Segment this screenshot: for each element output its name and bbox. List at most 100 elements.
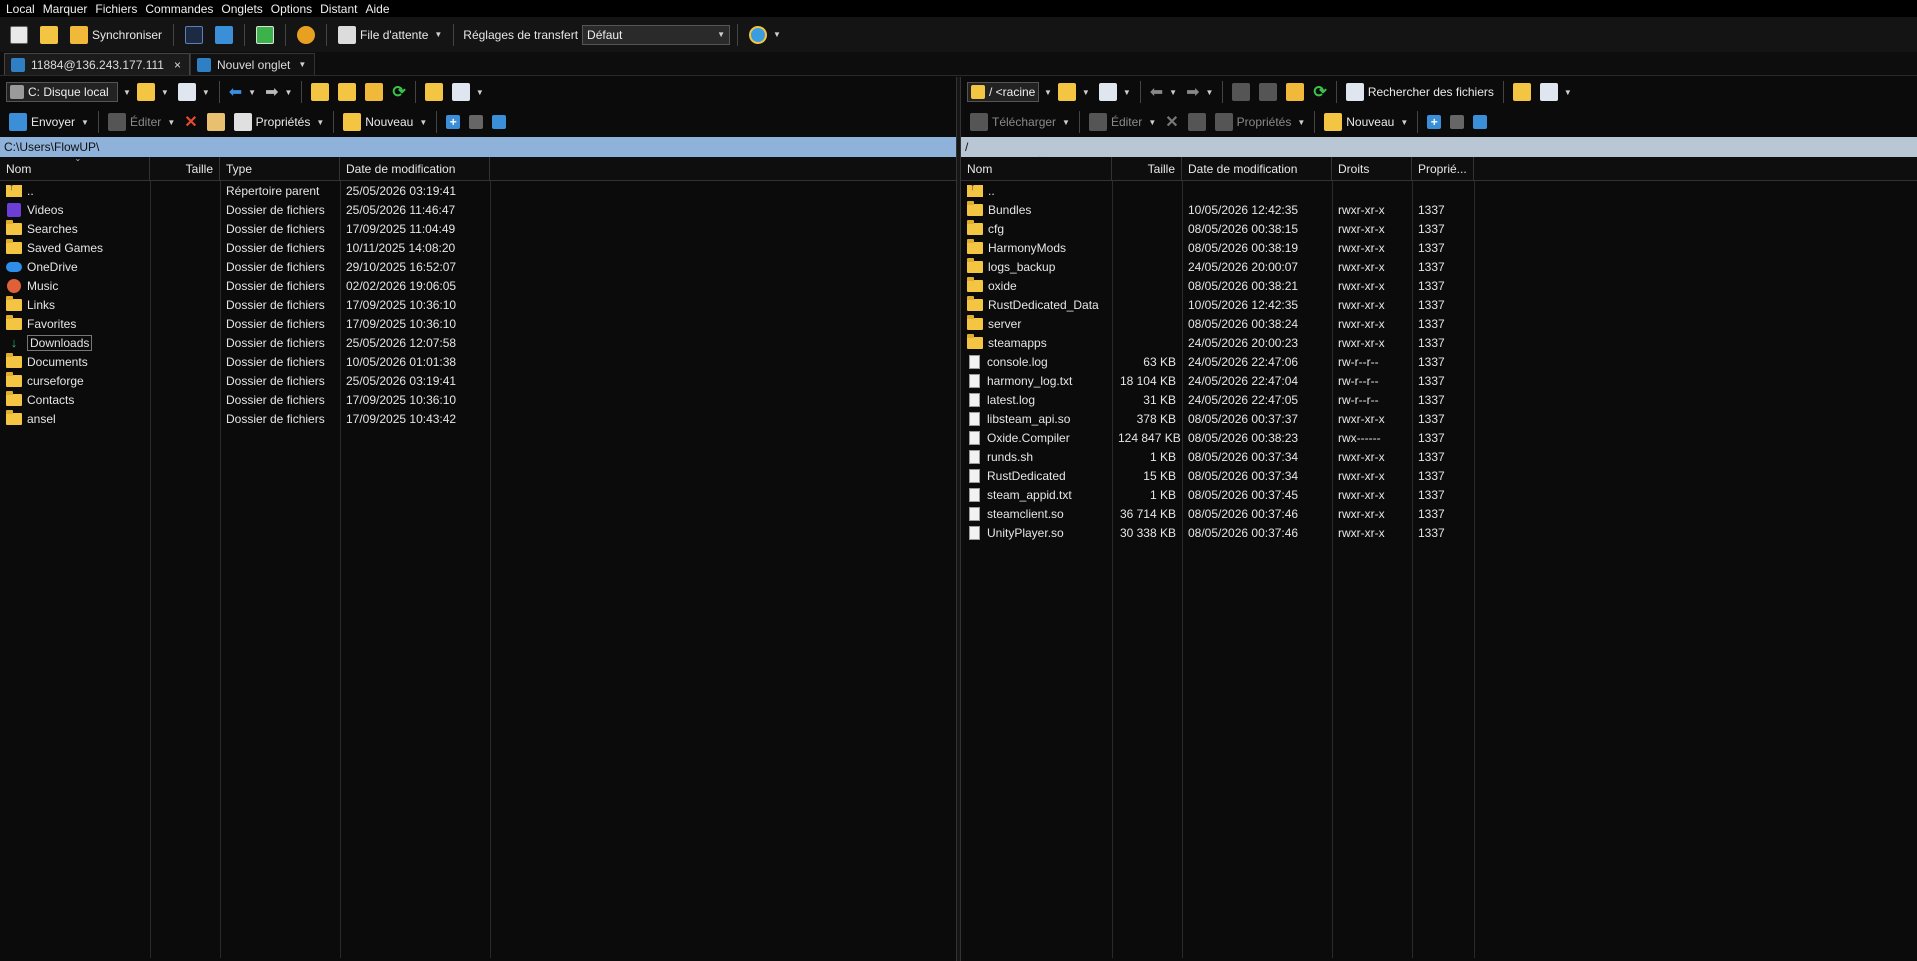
table-row[interactable]: cfg 08/05/2026 00:38:15 rwxr-xr-x 1337 (961, 219, 1917, 238)
filter-select-button[interactable] (489, 110, 509, 134)
table-row[interactable]: Contacts Dossier de fichiers 17/09/2025 10… (0, 390, 956, 409)
close-icon[interactable]: × (174, 58, 181, 72)
parent-dir-button[interactable] (1229, 80, 1253, 104)
menu-aide[interactable]: Aide (366, 2, 390, 16)
col-name[interactable]: Nom ⌃ (961, 154, 1112, 181)
col-size[interactable]: Taille (150, 157, 220, 181)
edit-button[interactable]: Éditer ▼ (1086, 110, 1159, 134)
table-row[interactable]: Favorites Dossier de fichiers 17/09/2025 1… (0, 314, 956, 333)
table-row[interactable]: Links Dossier de fichiers 17/09/2025 10:36… (0, 295, 956, 314)
menu-distant[interactable]: Distant (320, 2, 357, 16)
preferences-button[interactable] (293, 22, 319, 48)
col-type[interactable]: Type (220, 157, 340, 181)
col-modified[interactable]: Date de modification (340, 157, 490, 181)
col-rights[interactable]: Droits (1332, 157, 1412, 181)
queue-button[interactable]: File d'attente ▼ (334, 22, 446, 48)
table-row[interactable]: steamclient.so 36 714 KB 08/05/2026 00:37:… (961, 504, 1917, 523)
table-row[interactable]: runds.sh 1 KB 08/05/2026 00:37:34 rwxr-xr-x… (961, 447, 1917, 466)
table-row[interactable]: ↓ Downloads Dossier de fichiers 25/05/2026 … (0, 333, 956, 352)
tree-toggle-button[interactable] (1510, 80, 1534, 104)
table-row[interactable]: RustDedicated_Data 10/05/2026 12:42:35 rwx… (961, 295, 1917, 314)
menu-fichiers[interactable]: Fichiers (95, 2, 137, 16)
tree-toggle-button[interactable] (422, 80, 446, 104)
table-row[interactable]: libsteam_api.so 378 KB 08/05/2026 00:37:37… (961, 409, 1917, 428)
col-size[interactable]: Taille (1112, 157, 1182, 181)
properties-button[interactable]: Propriétés ▼ (1212, 110, 1309, 134)
table-row[interactable]: steamapps 24/05/2026 20:00:23 rwxr-xr-x 133… (961, 333, 1917, 352)
select-all-button[interactable]: + (443, 110, 463, 134)
synchronize-button[interactable]: Synchroniser (66, 22, 166, 48)
send-button[interactable]: Envoyer ▼ (6, 110, 92, 134)
tab-session[interactable]: 11884@136.243.177.111 × (4, 53, 190, 75)
menu-options[interactable]: Options (271, 2, 312, 16)
table-row[interactable]: logs_backup 24/05/2026 20:00:07 rwxr-xr-x 1… (961, 257, 1917, 276)
table-row[interactable]: Searches Dossier de fichiers 17/09/2025 11… (0, 219, 956, 238)
forward-button[interactable]: ➡ ▼ (1183, 80, 1216, 104)
filter-button[interactable]: ▼ (175, 80, 213, 104)
table-row[interactable]: HarmonyMods 08/05/2026 00:38:19 rwxr-xr-x 1… (961, 238, 1917, 257)
open-folder-button[interactable]: ▼ (134, 80, 172, 104)
table-row[interactable]: Bundles 10/05/2026 12:42:35 rwxr-xr-x 1337 (961, 200, 1917, 219)
sync-browse-button[interactable] (36, 22, 62, 48)
table-row[interactable]: console.log 63 KB 24/05/2026 22:47:06 rw-r-… (961, 352, 1917, 371)
home-button[interactable] (1283, 80, 1307, 104)
menu-commandes[interactable]: Commandes (145, 2, 213, 16)
root-dir-button[interactable] (335, 80, 359, 104)
table-row[interactable]: ansel Dossier de fichiers 17/09/2025 10:43… (0, 409, 956, 428)
forward-button[interactable]: ➡ ▼ (262, 80, 295, 104)
back-button[interactable]: ⬅ ▼ (1147, 80, 1180, 104)
local-path-bar[interactable]: C:\Users\FlowUP\ (0, 137, 956, 157)
remote-root-select[interactable]: / <racine> (967, 82, 1039, 102)
tab-new[interactable]: Nouvel onglet ▼ (189, 53, 316, 75)
table-row[interactable]: .. Répertoire parent 25/05/2026 03:19:41 (0, 181, 956, 200)
table-row[interactable]: curseforge Dossier de fichiers 25/05/2026 … (0, 371, 956, 390)
table-row[interactable]: Saved Games Dossier de fichiers 10/11/2025… (0, 238, 956, 257)
table-row[interactable]: harmony_log.txt 18 104 KB 24/05/2026 22:47… (961, 371, 1917, 390)
download-button[interactable]: Télécharger ▼ (967, 110, 1073, 134)
sync-view-button[interactable]: ▼ (745, 22, 785, 48)
rename-button[interactable] (204, 110, 228, 134)
refresh-button[interactable]: ⟳ (389, 80, 408, 104)
chevron-down-icon[interactable]: ▼ (123, 88, 131, 97)
table-row[interactable]: OneDrive Dossier de fichiers 29/10/2025 16… (0, 257, 956, 276)
chevron-down-icon[interactable]: ▼ (1044, 88, 1052, 97)
parent-dir-button[interactable] (308, 80, 332, 104)
find-files-button[interactable]: Rechercher des fichiers (1343, 80, 1497, 104)
home-button[interactable] (362, 80, 386, 104)
table-row[interactable]: Music Dossier de fichiers 02/02/2026 19:06… (0, 276, 956, 295)
new-button[interactable]: Nouveau ▼ (340, 110, 430, 134)
table-row[interactable]: UnityPlayer.so 30 338 KB 08/05/2026 00:37:… (961, 523, 1917, 542)
filter-select-button[interactable] (1470, 110, 1490, 134)
delete-button[interactable]: ✕ (1162, 110, 1181, 134)
select-all-button[interactable]: + (1424, 110, 1444, 134)
table-row[interactable]: oxide 08/05/2026 00:38:21 rwxr-xr-x 1337 (961, 276, 1917, 295)
view-mode-button[interactable]: ▼ (1537, 80, 1575, 104)
refresh-view-button[interactable] (252, 22, 278, 48)
menu-local[interactable]: Local (6, 2, 35, 16)
table-row[interactable]: Videos Dossier de fichiers 25/05/2026 11:4… (0, 200, 956, 219)
console-button[interactable] (181, 22, 207, 48)
table-row[interactable]: steam_appid.txt 1 KB 08/05/2026 00:37:45 rw… (961, 485, 1917, 504)
filter-button[interactable]: ▼ (1096, 80, 1134, 104)
table-row[interactable]: latest.log 31 KB 24/05/2026 22:47:05 rw-r--… (961, 390, 1917, 409)
refresh-button[interactable]: ⟳ (1310, 80, 1329, 104)
rename-button[interactable] (1185, 110, 1209, 134)
menu-marquer[interactable]: Marquer (43, 2, 88, 16)
table-row[interactable]: server 08/05/2026 00:38:24 rwxr-xr-x 1337 (961, 314, 1917, 333)
table-row[interactable]: Oxide.Compiler 124 847 KB 08/05/2026 00:38… (961, 428, 1917, 447)
properties-button[interactable]: Propriétés ▼ (231, 110, 328, 134)
deselect-button[interactable] (466, 110, 486, 134)
edit-button[interactable]: Éditer ▼ (105, 110, 178, 134)
table-row[interactable]: Documents Dossier de fichiers 10/05/2026 0… (0, 352, 956, 371)
col-modified[interactable]: Date de modification (1182, 157, 1332, 181)
compare-button[interactable] (6, 22, 32, 48)
delete-button[interactable]: ✕ (181, 110, 200, 134)
new-button[interactable]: Nouveau ▼ (1321, 110, 1411, 134)
local-drive-select[interactable]: C: Disque local (6, 82, 118, 102)
transfer-preset-select[interactable]: Défaut ▼ (582, 24, 731, 45)
back-button[interactable]: ⬅ ▼ (226, 80, 259, 104)
col-owner[interactable]: Proprié... (1412, 157, 1474, 181)
root-dir-button[interactable] (1256, 80, 1280, 104)
open-folder-button[interactable]: ▼ (1055, 80, 1093, 104)
remote-path-bar[interactable]: / (961, 137, 1917, 157)
